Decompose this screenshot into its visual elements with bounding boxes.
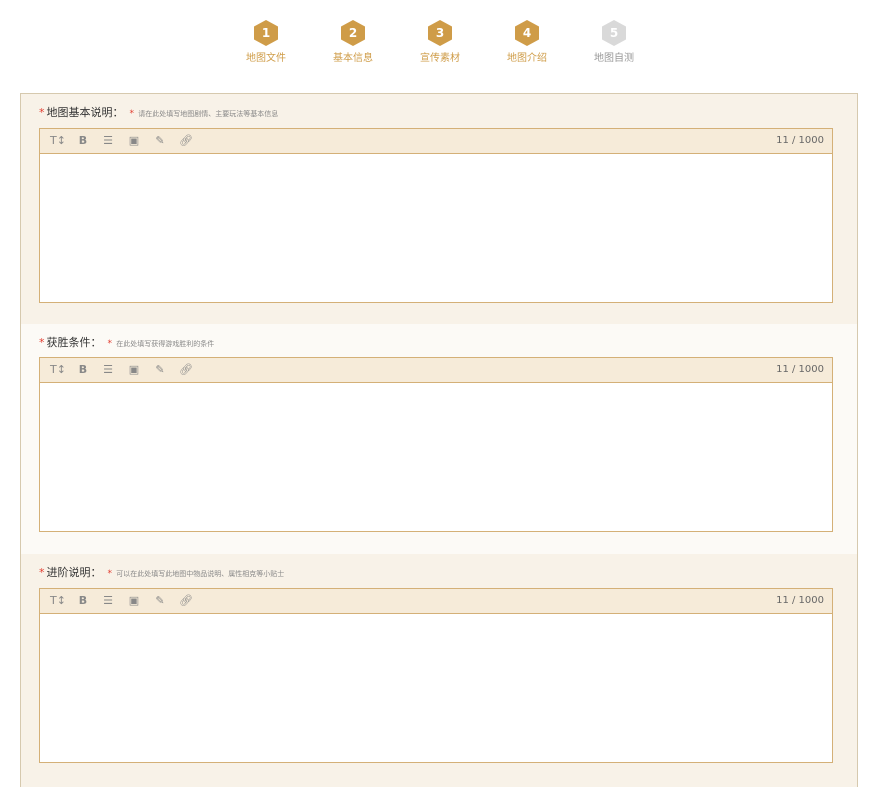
step-3-hex-icon: 3 [428,20,452,46]
char-counter: 11 / 1000 [776,595,824,606]
link-icon[interactable]: 🔗︎ [178,593,194,609]
description-textarea[interactable] [40,154,832,302]
rich-text-editor: T↕ B ☰ ▣ ✎ 🔗︎ 11 / 1000 [39,588,833,763]
pen-icon[interactable]: ✎ [152,133,168,149]
step-3[interactable]: 3 宣传素材 [400,20,480,64]
win-condition-textarea[interactable] [40,383,832,531]
progress-stepper: 1 地图文件 2 基本信息 3 宣传素材 4 地图介绍 5 地图自测 [0,20,882,70]
editor-toolbar: T↕ B ☰ ▣ ✎ 🔗︎ 11 / 1000 [40,129,832,154]
section-advanced-notes: * 进阶说明： * 可以在此处填写此地图中物品说明、属性相克等小贴士 T↕ B ☰ … [21,554,857,788]
editor-toolbar: T↕ B ☰ ▣ ✎ 🔗︎ 11 / 1000 [40,589,832,614]
section-hint: * 可以在此处填写此地图中物品说明、属性相克等小贴士 [107,569,285,579]
required-mark: * [39,106,45,119]
section-header: * 地图基本说明： * 请在此处填写地图剧情、主要玩法等基本信息 [39,104,278,120]
step-2[interactable]: 2 基本信息 [313,20,393,64]
section-title: 进阶说明： [46,566,102,579]
section-win-condition: * 获胜条件： * 在此处填写获得游戏胜利的条件 T↕ B ☰ ▣ ✎ 🔗︎ 11 … [21,324,857,554]
editor-toolbar: T↕ B ☰ ▣ ✎ 🔗︎ 11 / 1000 [40,358,832,383]
section-header: * 获胜条件： * 在此处填写获得游戏胜利的条件 [39,334,214,350]
text-size-icon[interactable]: T↕ [50,362,66,378]
align-icon[interactable]: ☰ [100,593,116,609]
required-mark: * [39,566,45,579]
step-3-label: 宣传素材 [420,53,460,64]
char-counter: 11 / 1000 [776,135,824,146]
image-icon[interactable]: ▣ [126,133,142,149]
step-4[interactable]: 4 地图介绍 [487,20,567,64]
image-icon[interactable]: ▣ [126,593,142,609]
bold-icon[interactable]: B [76,362,90,378]
step-1-hex-icon: 1 [254,20,278,46]
section-hint: * 在此处填写获得游戏胜利的条件 [107,339,215,349]
step-5-label: 地图自测 [594,53,634,64]
section-basic-description: * 地图基本说明： * 请在此处填写地图剧情、主要玩法等基本信息 T↕ B ☰ ▣ … [21,94,857,324]
align-icon[interactable]: ☰ [100,133,116,149]
align-icon[interactable]: ☰ [100,362,116,378]
step-1-label: 地图文件 [246,53,286,64]
text-size-icon[interactable]: T↕ [50,593,66,609]
step-4-hex-icon: 4 [515,20,539,46]
pen-icon[interactable]: ✎ [152,593,168,609]
text-size-icon[interactable]: T↕ [50,133,66,149]
step-2-label: 基本信息 [333,53,373,64]
step-1[interactable]: 1 地图文件 [226,20,306,64]
step-4-label: 地图介绍 [507,53,547,64]
rich-text-editor: T↕ B ☰ ▣ ✎ 🔗︎ 11 / 1000 [39,357,833,532]
image-icon[interactable]: ▣ [126,362,142,378]
step-5-hex-icon: 5 [602,20,626,46]
advanced-notes-textarea[interactable] [40,614,832,762]
section-title: 地图基本说明： [46,106,124,119]
bold-icon[interactable]: B [76,593,90,609]
link-icon[interactable]: 🔗︎ [178,133,194,149]
required-mark: * [39,336,45,349]
link-icon[interactable]: 🔗︎ [178,362,194,378]
map-intro-form: * 地图基本说明： * 请在此处填写地图剧情、主要玩法等基本信息 T↕ B ☰ ▣ … [20,93,858,787]
section-hint: * 请在此处填写地图剧情、主要玩法等基本信息 [129,109,279,119]
pen-icon[interactable]: ✎ [152,362,168,378]
bold-icon[interactable]: B [76,133,90,149]
step-5: 5 地图自测 [574,20,654,64]
section-title: 获胜条件： [46,336,102,349]
section-header: * 进阶说明： * 可以在此处填写此地图中物品说明、属性相克等小贴士 [39,564,284,580]
rich-text-editor: T↕ B ☰ ▣ ✎ 🔗︎ 11 / 1000 [39,128,833,303]
char-counter: 11 / 1000 [776,364,824,375]
step-2-hex-icon: 2 [341,20,365,46]
